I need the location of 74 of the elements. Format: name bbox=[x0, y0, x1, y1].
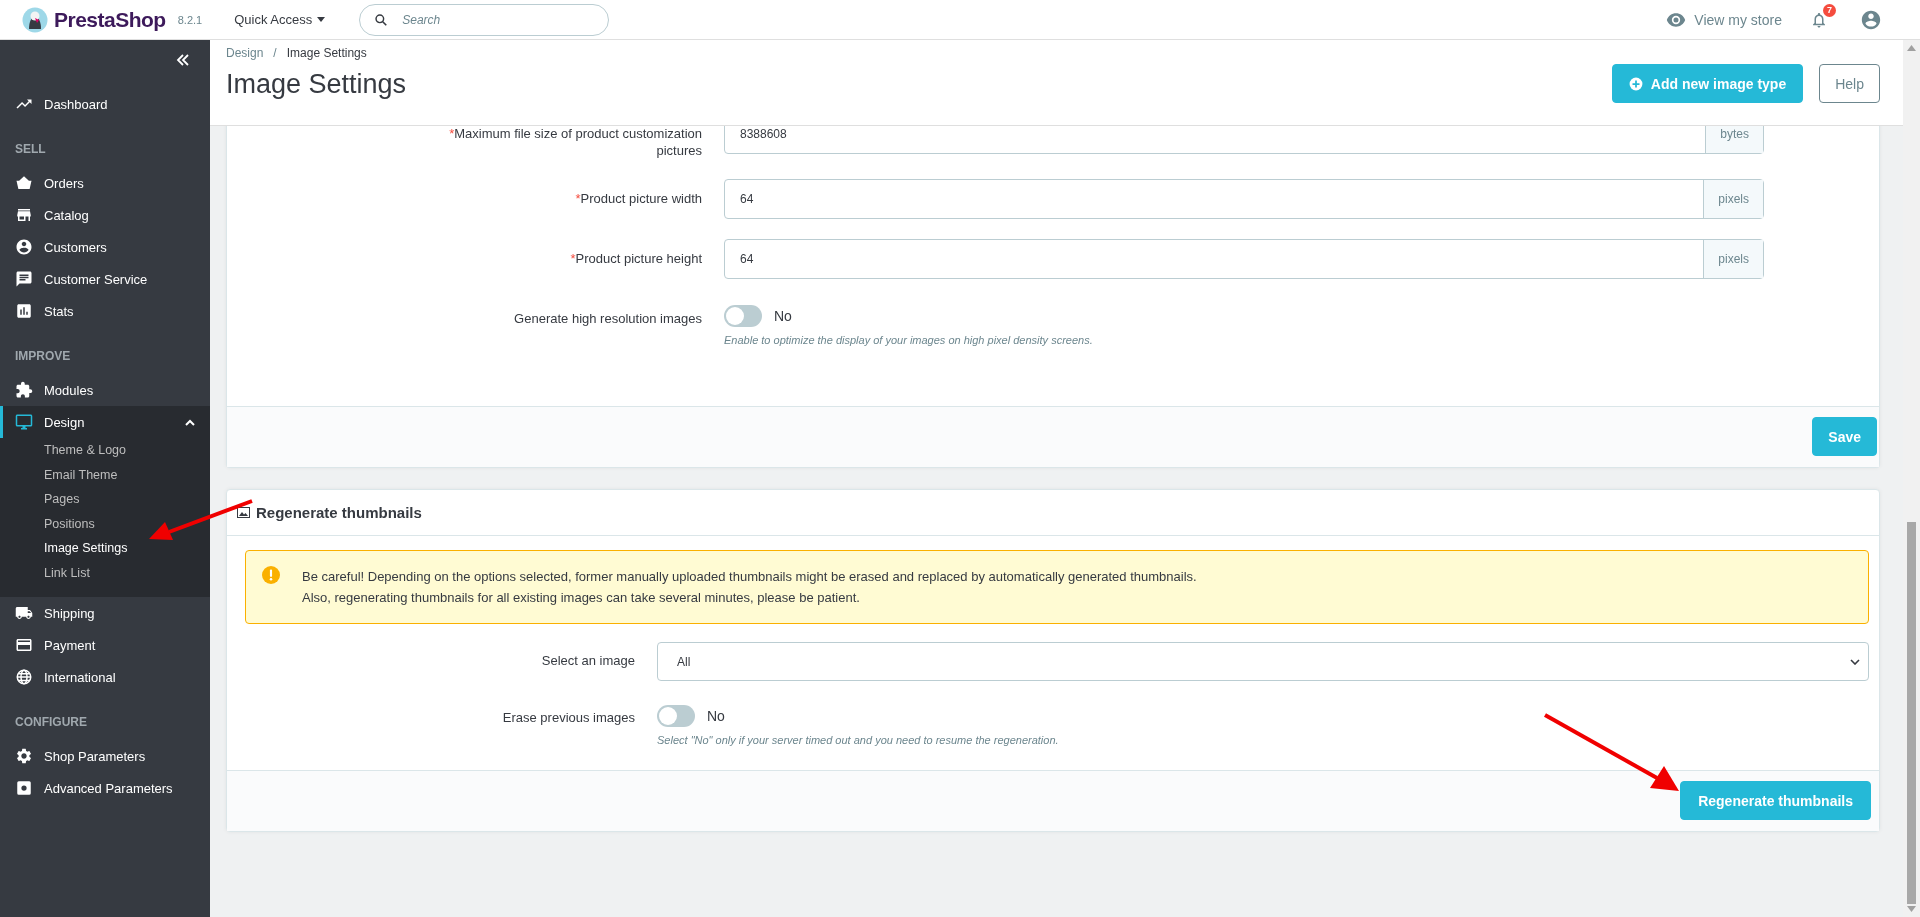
scrollbar[interactable] bbox=[1903, 40, 1920, 917]
nav-subitem[interactable]: Email Theme bbox=[0, 462, 210, 487]
field-label: *Maximum file size of product customization pictures bbox=[448, 126, 702, 159]
nav-item[interactable]: International bbox=[0, 661, 210, 693]
field-label: *Product picture height bbox=[569, 250, 702, 268]
account-icon[interactable] bbox=[1860, 8, 1882, 31]
nav-item[interactable]: Advanced Parameters bbox=[0, 772, 210, 804]
breadcrumb-separator: / bbox=[273, 46, 277, 60]
section-heading: IMPROVE bbox=[14, 349, 72, 363]
card-title: Regenerate thumbnails bbox=[256, 504, 422, 521]
field-label: Generate high resolution images bbox=[513, 310, 702, 328]
person-icon bbox=[15, 238, 33, 256]
nav-item[interactable]: Payment bbox=[0, 629, 210, 661]
breadcrumb-link[interactable]: Image Settings bbox=[286, 46, 367, 60]
section-heading: CONFIGURE bbox=[14, 715, 88, 729]
nav-item[interactable]: Shipping bbox=[0, 597, 210, 629]
help-text: Enable to optimize the display of your images on high pixel density screens. bbox=[724, 334, 1094, 346]
chat-icon bbox=[15, 270, 33, 288]
version-label: 8.2.1 bbox=[177, 13, 203, 26]
bar-chart-icon bbox=[15, 302, 33, 320]
plus-icon bbox=[1628, 76, 1643, 91]
nav-item[interactable]: Customers bbox=[0, 231, 210, 263]
search-icon bbox=[374, 12, 389, 27]
nav-item[interactable]: Catalog bbox=[0, 199, 210, 231]
toggle-switch[interactable] bbox=[657, 705, 695, 727]
quick-access-menu[interactable]: Quick Access bbox=[230, 8, 330, 31]
monitor-icon bbox=[15, 413, 33, 431]
nav-item[interactable]: Customer Service bbox=[0, 263, 210, 295]
nav-item[interactable]: Dashboard bbox=[0, 88, 210, 120]
nav-item[interactable]: Orders bbox=[0, 167, 210, 199]
logo-icon bbox=[22, 6, 48, 33]
nav-item[interactable]: Modules bbox=[0, 374, 210, 406]
nav-subitem[interactable]: Theme & Logo bbox=[0, 438, 210, 463]
caret-icon bbox=[317, 17, 326, 22]
card-icon bbox=[15, 636, 33, 654]
field-label: Erase previous images bbox=[501, 709, 635, 727]
toggle-label: No bbox=[707, 708, 725, 724]
help-button[interactable]: Help bbox=[1819, 64, 1880, 103]
caret-icon bbox=[1850, 658, 1860, 665]
gear-icon bbox=[15, 747, 33, 765]
store-icon bbox=[15, 206, 33, 224]
basket-icon bbox=[15, 174, 33, 192]
breadcrumb-link[interactable]: Design bbox=[226, 46, 264, 60]
field-label: Select an image bbox=[540, 652, 635, 670]
image-icon bbox=[237, 507, 250, 518]
nav-subitem[interactable]: Link List bbox=[0, 560, 210, 585]
truck-icon bbox=[15, 604, 33, 622]
nav-subitem[interactable]: Pages bbox=[0, 487, 210, 512]
warning-icon bbox=[262, 566, 280, 584]
view-store-link[interactable]: View my store bbox=[1666, 11, 1782, 28]
nav-item[interactable]: Shop Parameters bbox=[0, 740, 210, 772]
notification-badge: 7 bbox=[1823, 3, 1836, 17]
image-select[interactable]: All bbox=[657, 642, 1869, 681]
field-label: *Product picture width bbox=[574, 190, 702, 208]
globe-icon bbox=[15, 668, 33, 686]
toggle-label: No bbox=[774, 308, 792, 324]
chevron-icon bbox=[185, 418, 195, 426]
toggle-switch[interactable] bbox=[724, 305, 762, 327]
help-text: Select "No" only if your server timed out and you need to resume the regeneration. bbox=[657, 734, 1060, 746]
warning-text: Be careful! Depending on the options selected, former manually uploaded thumbnails might be erased and replaced by automatically generated thumbnails. bbox=[302, 568, 1197, 586]
nav-subitem[interactable]: Positions bbox=[0, 511, 210, 536]
nav-item[interactable]: Stats bbox=[0, 295, 210, 327]
puzzle-icon bbox=[15, 381, 33, 399]
scroll-thumb[interactable] bbox=[1907, 522, 1916, 904]
scroll-down-icon[interactable] bbox=[1907, 906, 1916, 912]
warning-text: Also, regenerating thumbnails for all existing images can take several minutes, please be patient. bbox=[302, 589, 861, 607]
scroll-up-icon[interactable] bbox=[1907, 45, 1916, 51]
collapse-icon[interactable] bbox=[176, 54, 190, 66]
eye-icon bbox=[1666, 12, 1687, 27]
logo-text: PrestaShop bbox=[54, 7, 166, 32]
nav-subitem[interactable]: Image Settings bbox=[0, 536, 210, 561]
section-heading: SELL bbox=[14, 142, 47, 156]
page-title: Image Settings bbox=[226, 69, 407, 100]
gear-box-icon bbox=[15, 779, 33, 797]
